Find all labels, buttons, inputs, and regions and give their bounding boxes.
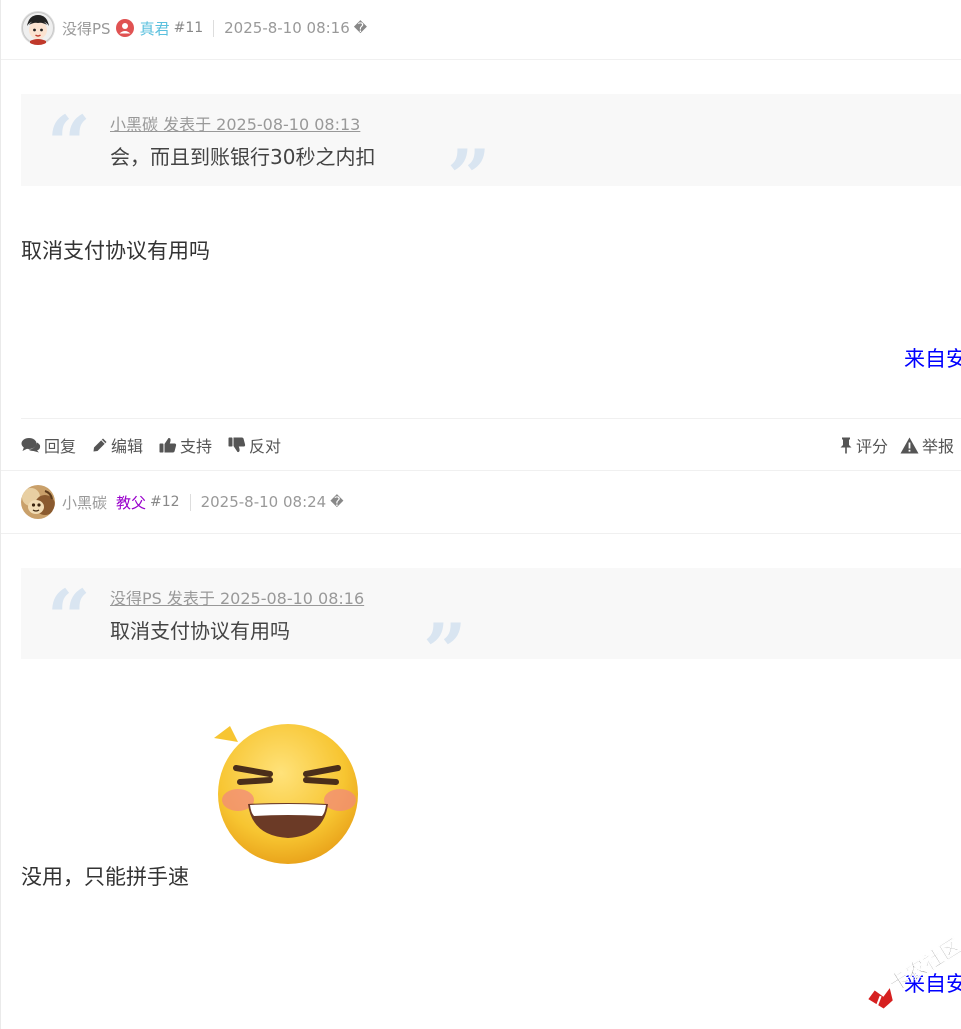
quote-block: “ ” 小黑碳 发表于 2025-08-10 08:13 会，而且到账银行30秒… <box>21 94 961 216</box>
quote-author[interactable]: 没得PS 发表于 2025-08-10 08:16 <box>110 585 364 609</box>
quote-author[interactable]: 小黑碳 发表于 2025-08-10 08:13 <box>110 111 360 135</box>
divider <box>189 493 191 511</box>
oppose-label: 反对 <box>249 437 282 456</box>
post-header-11: 没得PS 真君 #11 2025-8-10 08:16 � <box>21 11 367 45</box>
user-group: 真君 <box>139 19 170 38</box>
report-button[interactable]: 举报 <box>900 433 954 457</box>
left-border <box>0 0 1 1029</box>
pin-icon <box>839 437 853 454</box>
thumbs-down-icon <box>228 437 246 453</box>
svg-text:卡农社区: 卡农社区 <box>885 934 961 997</box>
close-quote-icon: ” <box>423 607 467 696</box>
post-divider <box>1 470 961 471</box>
post-time: 2025-8-10 08:16 <box>224 19 350 37</box>
floor-number[interactable]: #11 <box>174 20 204 36</box>
report-label: 举报 <box>922 437 955 456</box>
edit-button[interactable]: 编辑 <box>92 433 143 457</box>
warning-icon <box>900 437 919 454</box>
site-watermark: 卡农社区 <box>856 932 961 1012</box>
header-divider <box>1 59 961 60</box>
support-label: 支持 <box>180 437 213 456</box>
open-quote-icon: “ <box>47 573 91 662</box>
edit-label: 编辑 <box>111 437 144 456</box>
user-name[interactable]: 小黑碳 <box>62 492 107 513</box>
close-quote-icon: ” <box>447 133 491 222</box>
user-group: 教父 <box>116 493 147 512</box>
pencil-icon <box>92 437 108 453</box>
from-device-link[interactable]: 来自安 <box>904 343 961 373</box>
user-name[interactable]: 没得PS <box>62 18 111 39</box>
quote-block: “ ” 没得PS 发表于 2025-08-10 08:16 取消支付协议有用吗 <box>21 568 961 690</box>
post-time: 2025-8-10 08:24 <box>200 493 327 511</box>
user-badge-icon <box>115 19 134 37</box>
quote-text: 会，而且到账银行30秒之内扣 <box>110 145 376 169</box>
thumbs-up-icon <box>159 437 177 453</box>
post-actions: 回复 编辑 支持 反对 <box>21 432 297 458</box>
avatar[interactable] <box>21 485 55 519</box>
device-icon: � <box>330 494 344 510</box>
post-actions-right: 评分 举报 <box>839 432 961 458</box>
post-message: 没用，只能拼手速 <box>21 865 189 889</box>
post-header-12: 小黑碳 教父 #12 2025-8-10 08:24 � <box>21 485 344 519</box>
rate-label: 评分 <box>856 437 889 456</box>
laughing-emoji-icon <box>208 720 360 868</box>
reply-button[interactable]: 回复 <box>21 433 76 457</box>
device-icon: � <box>353 20 368 36</box>
quote-text: 取消支付协议有用吗 <box>110 619 290 643</box>
header-divider <box>1 533 961 534</box>
reply-label: 回复 <box>44 437 77 456</box>
rate-button[interactable]: 评分 <box>839 433 888 457</box>
action-divider <box>21 418 961 419</box>
divider <box>213 19 215 37</box>
floor-number[interactable]: #12 <box>150 494 180 510</box>
support-button[interactable]: 支持 <box>159 433 212 457</box>
avatar[interactable] <box>21 11 55 45</box>
oppose-button[interactable]: 反对 <box>228 433 281 457</box>
post-message: 取消支付协议有用吗 <box>21 239 210 263</box>
open-quote-icon: “ <box>47 99 91 188</box>
comments-icon <box>21 437 41 453</box>
